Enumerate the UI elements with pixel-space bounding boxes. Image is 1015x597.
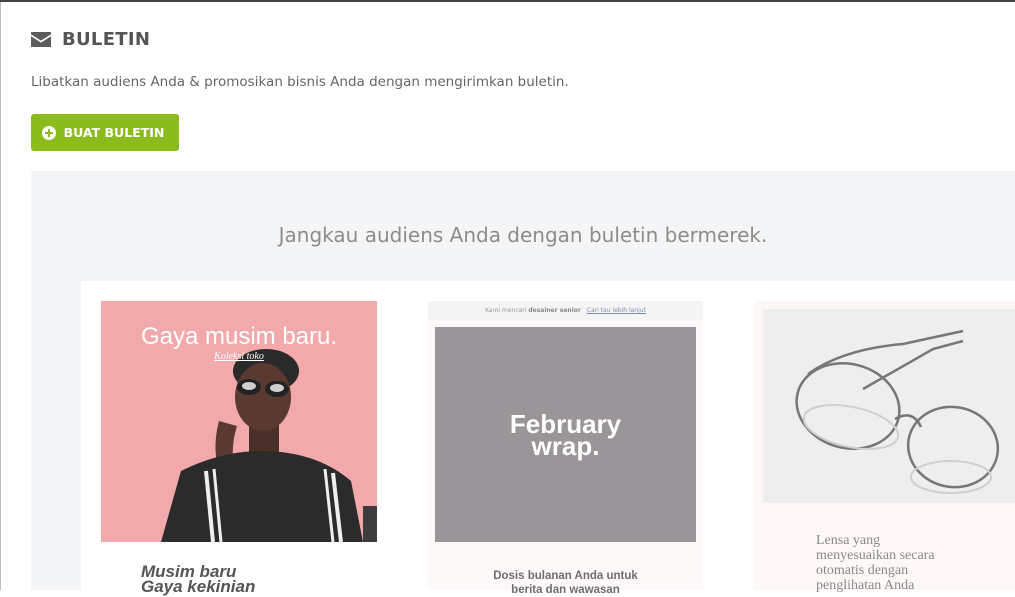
- template-card-eyewear: Lensa yang menyesuaikan secara otomatis …: [754, 301, 1015, 593]
- card2-topbar: Kami mencari desainer senior Cari tau le…: [428, 301, 703, 320]
- card3-caption-line2: menyesuaikan secara: [816, 548, 935, 563]
- template-gallery: Gaya musim baru. Koleksi toko Musim baru…: [81, 281, 1015, 596]
- card1-image-link: Koleksi toko: [214, 351, 264, 362]
- card2-image-text: February wrap.: [509, 408, 622, 461]
- window-edge: [0, 2, 1, 590]
- plus-circle-icon: [41, 125, 56, 140]
- card3-caption-line4: penglihatan Anda: [816, 578, 915, 593]
- template-card-newsletter: Kami mencari desainer senior Cari tau le…: [428, 301, 703, 596]
- eyeglasses-icon: [763, 309, 1015, 503]
- card2-caption-line2: berita dan wawasan: [511, 584, 620, 596]
- card2-topbar-text: Kami mencari: [485, 307, 527, 314]
- page-title: BULETIN: [62, 29, 151, 50]
- card3-caption-line1: Lensa yang: [816, 533, 881, 548]
- card2-caption: Dosis bulanan Anda untuk berita dan wawa…: [428, 569, 703, 597]
- create-newsletter-button[interactable]: BUAT BULETIN: [31, 114, 179, 151]
- card1-image-title: Gaya musim baru.: [140, 323, 338, 350]
- page-header: BULETIN: [31, 29, 150, 50]
- card2-image: February wrap.: [435, 327, 696, 542]
- card3-caption-line3: otomatis dengan: [816, 563, 909, 578]
- envelope-icon: [31, 32, 51, 47]
- eyeglasses-image: [763, 309, 1015, 503]
- card2-caption-line1: Dosis bulanan Anda untuk: [493, 570, 638, 582]
- page-description: Libatkan audiens Anda & promosikan bisni…: [31, 74, 569, 90]
- showcase-panel: Jangkau audiens Anda dengan buletin berm…: [31, 171, 1015, 596]
- card2-topbar-link: Cari tau lebih lanjut: [586, 307, 646, 314]
- template-card-fashion-image: Gaya musim baru. Koleksi toko: [101, 301, 377, 542]
- card2-topbar-strong: desainer senior: [528, 307, 581, 314]
- card1-caption-line2: Gaya kekinian: [141, 577, 256, 596]
- card3-caption: Lensa yang menyesuaikan secara otomatis …: [816, 533, 996, 593]
- showcase-tagline: Jangkau audiens Anda dengan buletin berm…: [278, 223, 768, 247]
- card1-caption: Musim baru Gaya kekinian: [141, 563, 256, 596]
- create-newsletter-label: BUAT BULETIN: [63, 125, 165, 140]
